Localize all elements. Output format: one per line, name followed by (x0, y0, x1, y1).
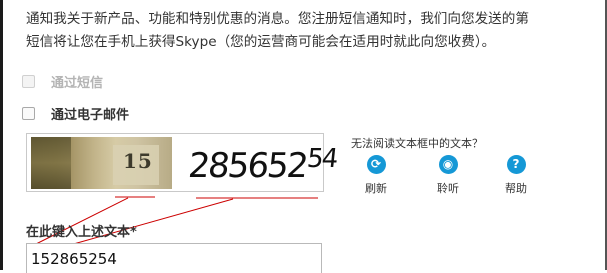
listen-label[interactable]: 聆听 (437, 182, 459, 195)
cant-read-text: 无法阅读文本框中的文本？ (351, 137, 483, 150)
captcha-word-main: 285652 (186, 146, 309, 186)
required-mark: * (130, 225, 137, 240)
refresh-button[interactable]: ⟳ 刷新 (351, 155, 401, 196)
listen-button[interactable]: ◉ 聆听 (423, 155, 473, 196)
email-checkbox[interactable] (22, 107, 35, 120)
help-button[interactable]: ? 帮助 (491, 155, 541, 196)
captcha-help-panel: 无法阅读文本框中的文本？ ⟳ 刷新 ◉ 聆听 ? 帮助 (351, 135, 581, 195)
captcha-word-superscript: 54 (305, 144, 338, 174)
captcha-input-label-text: 在此键入上述文本 (26, 225, 131, 240)
sms-option: 通过短信 (22, 72, 103, 91)
captcha-photo-word: 15 (31, 137, 172, 189)
captcha-image: 15 28565254 (26, 133, 338, 192)
captcha-photo-number: 15 (123, 149, 153, 173)
captcha-input-label: 在此键入上述文本* (26, 221, 137, 240)
consent-text-line-2: 短信将让您在手机上获得Skype（您的运营商可能会在适用时就此向您收费）。 (26, 34, 496, 50)
refresh-label[interactable]: 刷新 (365, 182, 387, 195)
consent-text-line-1: 通知我关于新产品、功能和特别优惠的消息。您注册短信通知时，我们向您发送的第 (26, 11, 529, 27)
email-option-label: 通过电子邮件 (51, 108, 130, 123)
captcha-help-buttons: ⟳ 刷新 ◉ 聆听 ? 帮助 (351, 155, 571, 205)
captcha-answer-input[interactable] (26, 243, 322, 273)
left-window-border (0, 0, 3, 270)
refresh-icon[interactable]: ⟳ (366, 155, 386, 174)
listen-icon[interactable]: ◉ (438, 155, 458, 174)
help-icon[interactable]: ? (506, 155, 526, 174)
captcha-distorted-word: 28565254 (186, 142, 338, 186)
sms-option-label: 通过短信 (51, 76, 104, 91)
help-label[interactable]: 帮助 (505, 182, 527, 195)
sms-checkbox (22, 75, 35, 88)
marketing-consent-text: 通知我关于新产品、功能和特别优惠的消息。您注册短信通知时，我们向您发送的第 短信… (26, 8, 607, 54)
captcha-photo-shadow (31, 137, 71, 189)
email-option[interactable]: 通过电子邮件 (22, 104, 129, 123)
